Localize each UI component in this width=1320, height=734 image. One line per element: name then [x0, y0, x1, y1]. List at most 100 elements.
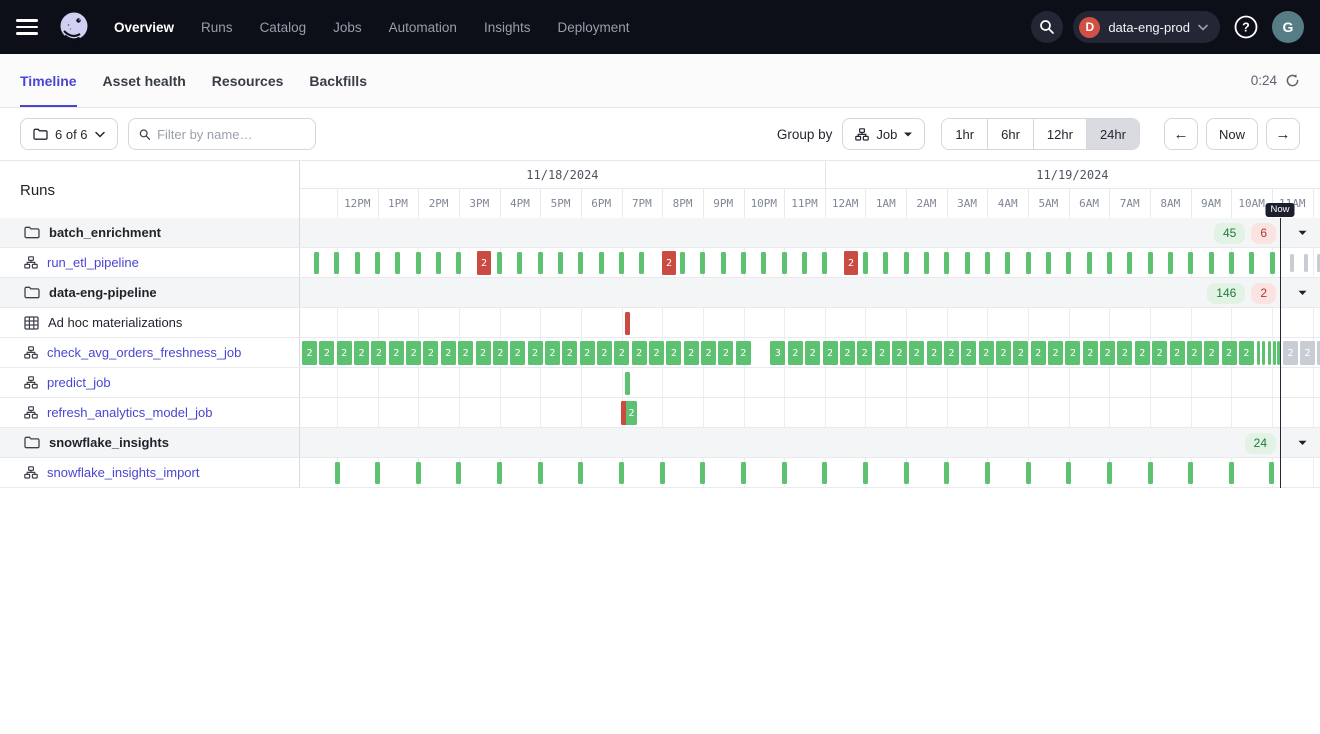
run-bar-success[interactable]: 2 — [493, 341, 508, 365]
run-bar-success[interactable]: 2 — [614, 341, 629, 365]
run-tick-success[interactable] — [680, 252, 685, 274]
timeline-prev-button[interactable]: ← — [1164, 118, 1198, 150]
run-tick-success[interactable] — [538, 252, 543, 274]
run-bar-success[interactable]: 2 — [1117, 341, 1132, 365]
run-tick-failure[interactable] — [625, 312, 630, 335]
run-bar-success[interactable]: 2 — [1135, 341, 1150, 365]
user-avatar[interactable]: G — [1272, 11, 1304, 43]
run-bar-success[interactable]: 2 — [528, 341, 543, 365]
expand-group-caret[interactable] — [1298, 218, 1307, 247]
run-bar-success[interactable]: 2 — [371, 341, 386, 365]
run-tick-success[interactable] — [497, 462, 502, 484]
nav-item-insights[interactable]: Insights — [484, 20, 531, 35]
run-tick-success[interactable] — [1188, 462, 1193, 484]
run-bar-success[interactable]: 2 — [736, 341, 751, 365]
run-tick-success[interactable] — [1107, 462, 1112, 484]
run-bar-success[interactable]: 2 — [562, 341, 577, 365]
run-tick-success[interactable] — [1188, 252, 1193, 274]
run-tick-success[interactable] — [924, 252, 929, 274]
run-tick-success[interactable] — [1066, 252, 1071, 274]
tab-backfills[interactable]: Backfills — [309, 54, 367, 107]
run-tick-scheduled[interactable] — [1304, 254, 1308, 272]
run-tick-success[interactable] — [904, 252, 909, 274]
run-bar-success[interactable]: 2 — [441, 341, 456, 365]
run-tick-success[interactable] — [863, 252, 868, 274]
run-tick-success[interactable] — [1229, 462, 1234, 484]
run-tick-success[interactable] — [1168, 252, 1173, 274]
run-bar-success[interactable]: 2 — [701, 341, 716, 365]
job-name[interactable]: predict_job — [47, 375, 111, 390]
run-tick-success[interactable] — [1262, 341, 1265, 365]
run-bar-success[interactable]: 2 — [805, 341, 820, 365]
expand-group-caret[interactable] — [1298, 428, 1307, 457]
run-bar-success[interactable]: 2 — [892, 341, 907, 365]
run-tick-success[interactable] — [1249, 252, 1254, 274]
run-tick-success[interactable] — [721, 252, 726, 274]
run-bar-success[interactable]: 2 — [909, 341, 924, 365]
nav-item-overview[interactable]: Overview — [114, 20, 174, 35]
run-tick-success[interactable] — [355, 252, 360, 274]
run-tick-success[interactable] — [578, 252, 583, 274]
help-button[interactable]: ? — [1230, 11, 1262, 43]
nav-item-deployment[interactable]: Deployment — [557, 20, 629, 35]
run-tick-success[interactable] — [538, 462, 543, 484]
run-bar-success[interactable]: 2 — [1204, 341, 1219, 365]
run-tick-success[interactable] — [1270, 252, 1275, 274]
run-bar-success[interactable]: 2 — [510, 341, 525, 365]
run-tick-success[interactable] — [944, 252, 949, 274]
run-bar-success[interactable]: 2 — [1013, 341, 1028, 365]
run-bar-success[interactable]: 2 — [875, 341, 890, 365]
run-tick-success[interactable] — [1273, 341, 1276, 365]
run-bar-success[interactable]: 2 — [1048, 341, 1063, 365]
run-tick-success[interactable] — [904, 462, 909, 484]
run-tick-success[interactable] — [558, 252, 563, 274]
run-bar-success[interactable]: 2 — [840, 341, 855, 365]
run-tick-success[interactable] — [1066, 462, 1071, 484]
run-tick-success[interactable] — [1229, 252, 1234, 274]
run-tick-success[interactable] — [1269, 462, 1274, 484]
run-tick-success[interactable] — [625, 372, 630, 395]
run-tick-success[interactable] — [944, 462, 949, 484]
nav-item-automation[interactable]: Automation — [389, 20, 457, 35]
run-tick-success[interactable] — [456, 252, 461, 274]
run-bar-success[interactable]: 2 — [1100, 341, 1115, 365]
run-tick-scheduled[interactable] — [1290, 254, 1294, 272]
run-tick-success[interactable] — [334, 252, 339, 274]
run-tick-success[interactable] — [822, 252, 827, 274]
name-filter-input[interactable] — [157, 127, 304, 142]
job-name[interactable]: run_etl_pipeline — [47, 255, 139, 270]
run-tick-success[interactable] — [822, 462, 827, 484]
deployment-switcher[interactable]: D data-eng-prod — [1073, 11, 1220, 43]
run-tick-success[interactable] — [335, 462, 340, 484]
run-bar-success[interactable]: 2 — [632, 341, 647, 365]
run-tick-success[interactable] — [416, 462, 421, 484]
run-tick-success[interactable] — [1268, 341, 1271, 365]
run-bar-success[interactable]: 2 — [857, 341, 872, 365]
run-bar-success[interactable]: 2 — [545, 341, 560, 365]
run-tick-success[interactable] — [1026, 462, 1031, 484]
run-tick-success[interactable] — [802, 252, 807, 274]
run-bar-success[interactable]: 2 — [666, 341, 681, 365]
run-bar-success[interactable]: 2 — [406, 341, 421, 365]
hamburger-menu-icon[interactable] — [16, 14, 42, 40]
run-bar-success[interactable]: 2 — [354, 341, 369, 365]
jobs-filter-dropdown[interactable]: 6 of 6 — [20, 118, 118, 150]
run-tick-success[interactable] — [1107, 252, 1112, 274]
run-bar-failure[interactable]: 2 — [844, 251, 858, 275]
run-tick-success[interactable] — [782, 462, 787, 484]
run-bar-success[interactable]: 2 — [1239, 341, 1254, 365]
run-bar-success[interactable]: 3 — [770, 341, 785, 365]
run-bar-success[interactable]: 2 — [944, 341, 959, 365]
run-tick-success[interactable] — [1127, 252, 1132, 274]
run-tick-success[interactable] — [1148, 252, 1153, 274]
run-bar-success[interactable]: 2 — [1031, 341, 1046, 365]
run-bar-success[interactable]: 2 — [337, 341, 352, 365]
search-button[interactable] — [1031, 11, 1063, 43]
timeline-next-button[interactable]: → — [1266, 118, 1300, 150]
run-bar-success[interactable]: 2 — [302, 341, 317, 365]
run-bar-success[interactable]: 2 — [979, 341, 994, 365]
run-tick-success[interactable] — [761, 252, 766, 274]
run-tick-success[interactable] — [965, 252, 970, 274]
run-tick-success[interactable] — [436, 252, 441, 274]
run-bar-success[interactable]: 2 — [1187, 341, 1202, 365]
